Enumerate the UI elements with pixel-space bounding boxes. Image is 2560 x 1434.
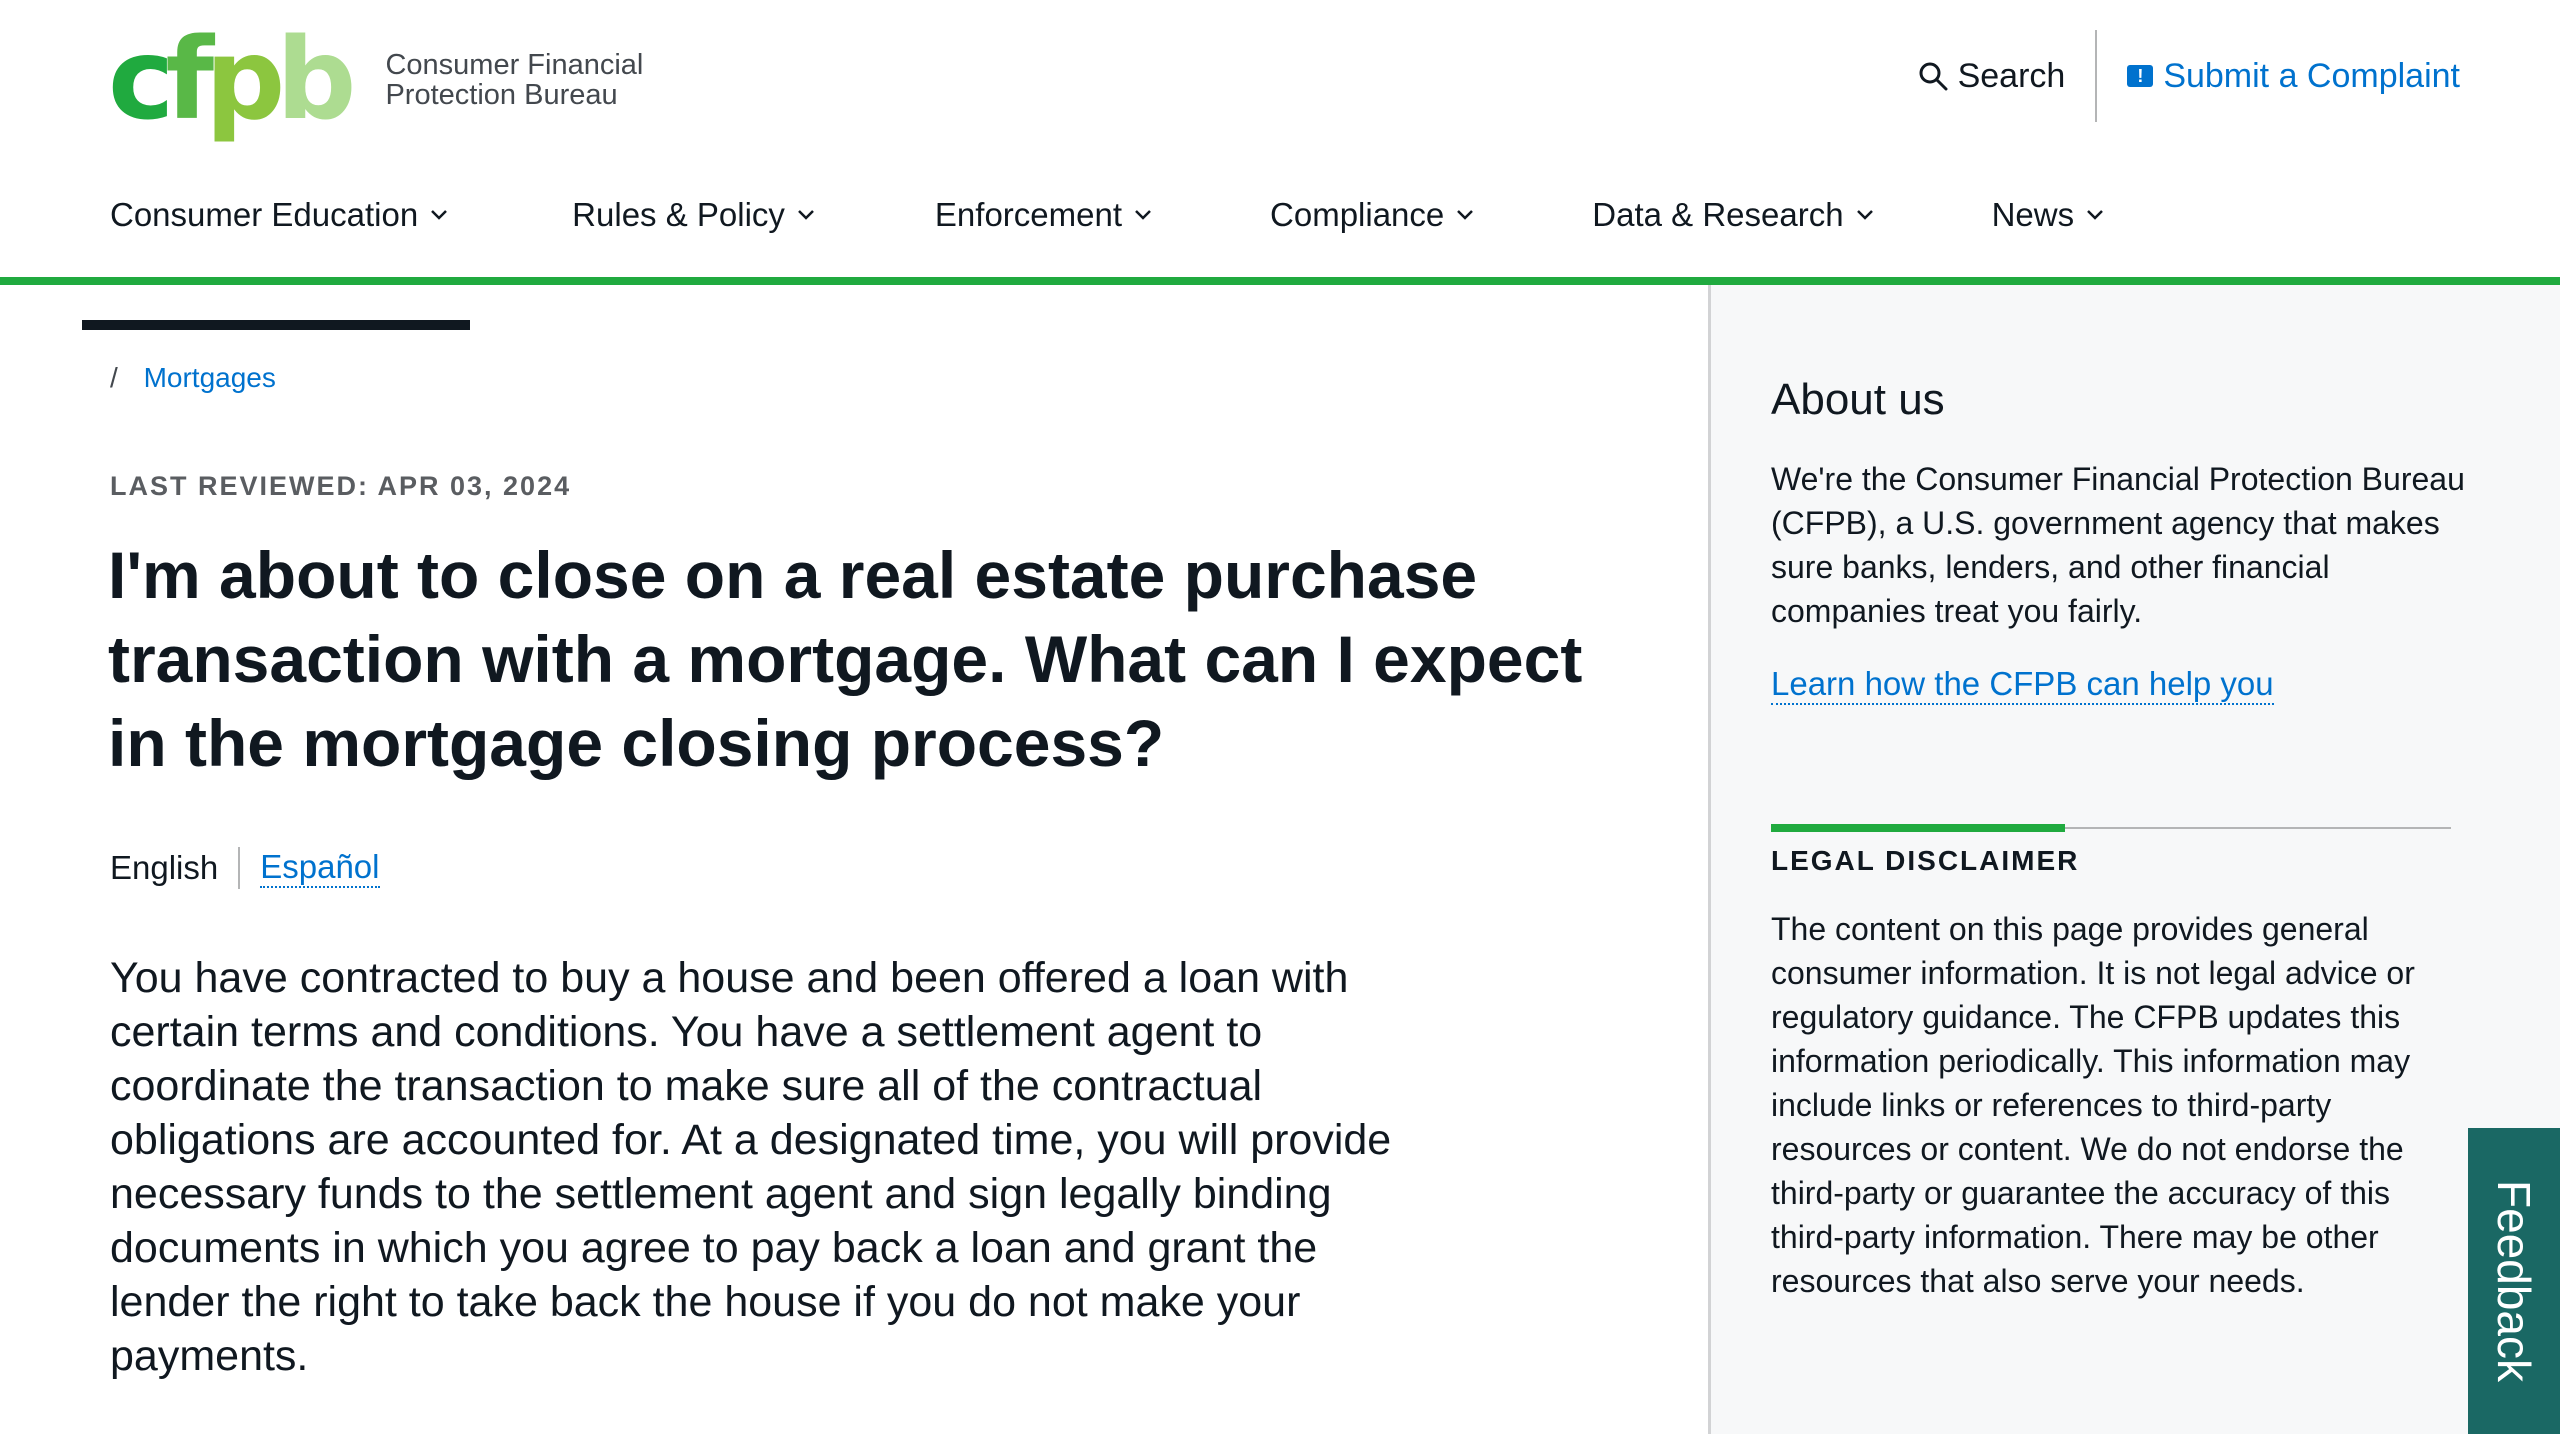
- nav-enforcement[interactable]: Enforcement: [907, 196, 1182, 278]
- language-toggle: English Español: [110, 847, 380, 889]
- logo-wordmark: Consumer Financial Protection Bureau: [385, 50, 643, 110]
- last-reviewed: LAST REVIEWED: APR 03, 2024: [110, 471, 572, 501]
- sidebar: About us We're the Consumer Financial Pr…: [1708, 285, 2560, 1434]
- feedback-label: Feedback: [2488, 1179, 2541, 1383]
- cfpb-logo[interactable]: cfpb Consumer Financial Protection Burea…: [108, 24, 643, 136]
- chevron-down-icon: [1135, 210, 1151, 220]
- nav-divider: [0, 277, 2560, 285]
- complaint-label: Submit a Complaint: [2163, 56, 2460, 95]
- search-label: Search: [1957, 56, 2066, 95]
- main-nav: Consumer Education Rules & Policy Enforc…: [82, 196, 2135, 330]
- logo-line-1: Consumer Financial: [385, 49, 644, 81]
- nav-consumer-education[interactable]: Consumer Education: [82, 196, 471, 330]
- submit-complaint-link[interactable]: ! Submit a Complaint: [2097, 57, 2460, 96]
- nav-label: Enforcement: [934, 196, 1123, 233]
- learn-how-link[interactable]: Learn how the CFPB can help you: [1771, 665, 2274, 705]
- nav-label: News: [1991, 196, 2075, 233]
- breadcrumb-mortgages-link[interactable]: Mortgages: [144, 362, 276, 393]
- nav-news[interactable]: News: [1964, 196, 2135, 278]
- chevron-down-icon: [431, 210, 448, 220]
- about-us-heading: About us: [1771, 375, 1945, 424]
- search-button[interactable]: Search: [1918, 57, 2096, 96]
- nav-compliance[interactable]: Compliance: [1242, 196, 1504, 278]
- lang-espanol-link[interactable]: Español: [260, 848, 380, 888]
- legal-disclaimer-text: The content on this page provides genera…: [1771, 911, 2415, 1299]
- logo-mark: cfpb: [108, 15, 356, 145]
- nav-rules-policy[interactable]: Rules & Policy: [544, 196, 845, 278]
- lang-divider: [238, 847, 241, 889]
- site-header: cfpb Consumer Financial Protection Burea…: [0, 0, 2560, 330]
- chevron-down-icon: [1457, 210, 1474, 220]
- chevron-down-icon: [2087, 210, 2103, 220]
- disclaimer-accent-bar: [1771, 824, 2065, 832]
- nav-label: Data & Research: [1592, 196, 1844, 233]
- feedback-tab[interactable]: Feedback: [2468, 1128, 2560, 1434]
- logo-line-2: Protection Bureau: [385, 79, 618, 111]
- nav-label: Rules & Policy: [572, 196, 785, 233]
- chevron-down-icon: [798, 210, 814, 220]
- answer-lead-paragraph: You have contracted to buy a house and b…: [110, 954, 1392, 1380]
- search-icon: [1919, 62, 1948, 91]
- chevron-down-icon: [1856, 210, 1873, 220]
- nav-label: Consumer Education: [110, 196, 419, 233]
- complaint-icon: !: [2127, 65, 2154, 87]
- page-title: I'm about to close on a real estate purc…: [108, 538, 1583, 780]
- nav-data-research[interactable]: Data & Research: [1564, 196, 1903, 278]
- about-us-text: We're the Consumer Financial Protection …: [1771, 461, 2465, 629]
- utility-nav: Search ! Submit a Complaint: [1918, 30, 2460, 122]
- main-content: / Mortgages LAST REVIEWED: APR 03, 2024 …: [0, 285, 1708, 1434]
- breadcrumb: / Mortgages: [110, 362, 276, 394]
- legal-disclaimer-heading: LEGAL DISCLAIMER: [1771, 845, 2080, 876]
- breadcrumb-separator: /: [110, 362, 118, 393]
- lang-current: English: [110, 849, 219, 886]
- nav-label: Compliance: [1270, 196, 1445, 233]
